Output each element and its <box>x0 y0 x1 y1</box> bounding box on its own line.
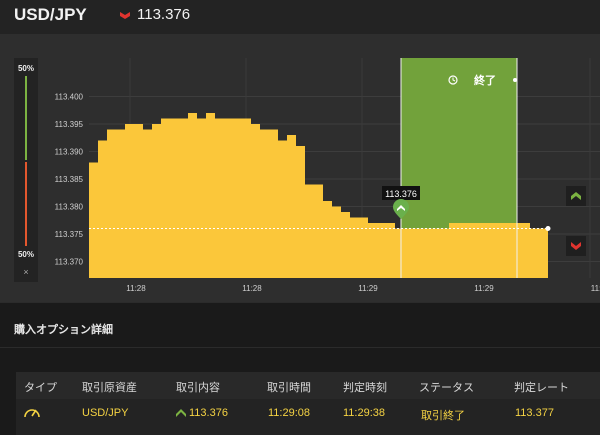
trade-time-cell: 11:29:08 <box>268 407 311 419</box>
y-tick-label: 113.390 <box>55 148 84 157</box>
y-tick-label: 113.375 <box>55 230 84 239</box>
column-header: 取引時間 <box>267 382 311 394</box>
down-chevron-icon <box>571 242 581 250</box>
gauge-icon <box>24 409 40 418</box>
section-title: 購入オプション詳細 <box>14 324 113 336</box>
y-tick-label: 113.400 <box>55 93 84 102</box>
x-tick-label: 11:29 <box>474 284 494 293</box>
price-chart[interactable]: 113.400 113.395 113.390 113.385 113.380 113.3… <box>0 0 600 302</box>
x-tick-label: 11: <box>591 284 600 293</box>
column-header: ステータス <box>419 382 474 394</box>
divider <box>0 302 600 303</box>
y-tick-label: 113.380 <box>55 203 84 212</box>
trade-rate-cell: 113.376 <box>189 407 228 419</box>
status-cell: 取引終了 <box>421 410 465 422</box>
x-tick-label: 11:28 <box>242 284 262 293</box>
column-header: タイプ <box>24 382 57 394</box>
x-tick-label: 11:29 <box>358 284 378 293</box>
column-header: 取引原資産 <box>82 382 137 394</box>
y-tick-label: 113.395 <box>55 120 84 129</box>
column-header: 判定レート <box>514 382 569 394</box>
divider <box>0 347 600 348</box>
purchase-options-table: タイプ 取引原資産 取引内容 取引時間 判定時刻 ステータス 判定レート USD… <box>16 372 600 435</box>
high-button[interactable] <box>566 186 586 206</box>
low-button[interactable] <box>566 236 586 256</box>
judgement-window-label: 終了 <box>474 73 496 87</box>
column-header: 取引内容 <box>176 382 220 394</box>
table-header: タイプ 取引原資産 取引内容 取引時間 判定時刻 ステータス 判定レート <box>16 372 600 399</box>
window-edge-dot <box>513 78 517 82</box>
up-chevron-icon <box>571 192 581 200</box>
judge-rate-cell: 113.377 <box>515 407 554 419</box>
x-tick-label: 11:28 <box>126 284 146 293</box>
up-chevron-icon <box>176 409 186 417</box>
current-rate-dot <box>545 226 551 231</box>
entry-rate-label: 113.376 <box>385 189 417 199</box>
column-header: 判定時刻 <box>343 382 387 394</box>
asset-cell: USD/JPY <box>82 407 129 419</box>
y-tick-label: 113.385 <box>55 175 84 184</box>
judge-time-cell: 11:29:38 <box>343 407 386 419</box>
y-tick-label: 113.370 <box>55 258 84 267</box>
